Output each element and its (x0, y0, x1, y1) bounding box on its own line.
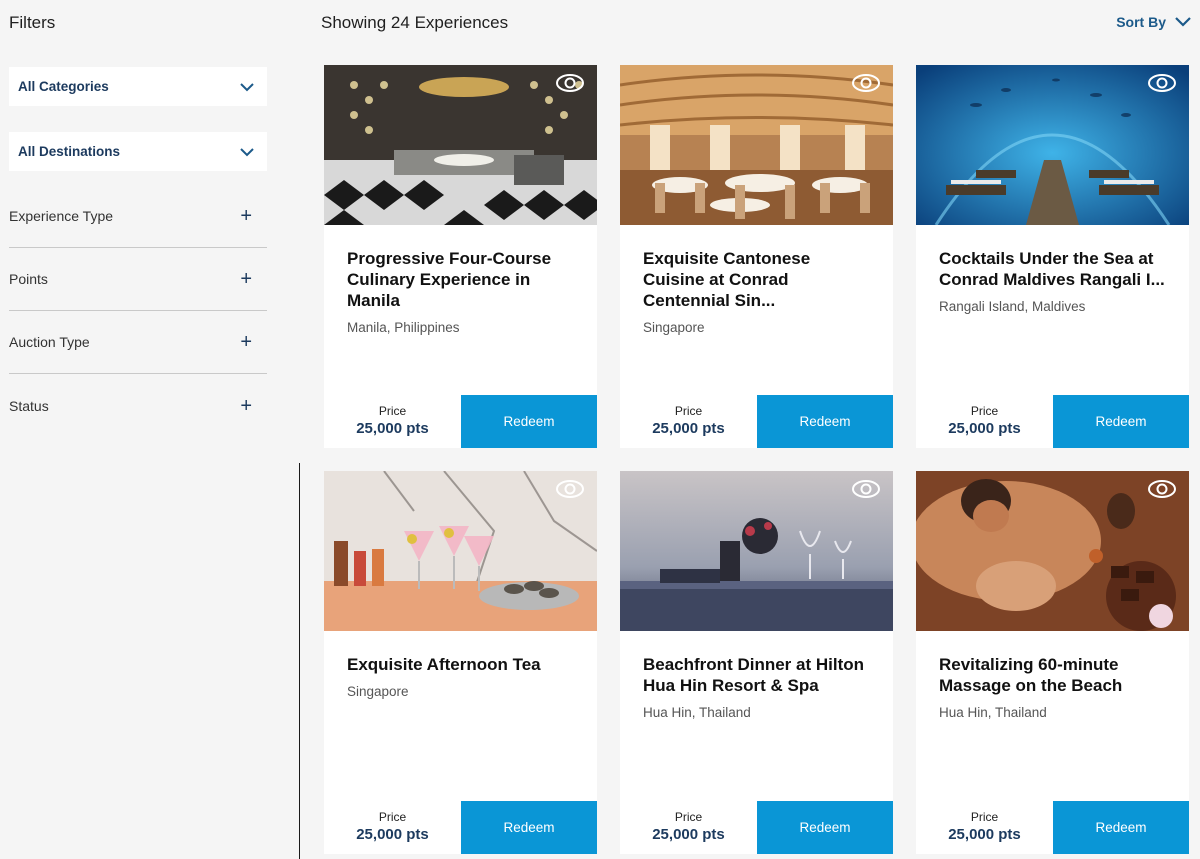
experience-location: Hua Hin, Thailand (643, 705, 751, 720)
price-label: Price (378, 810, 407, 824)
price-value: 25,000 pts (356, 420, 429, 437)
price-label: Price (378, 404, 407, 418)
price-label: Price (970, 404, 999, 418)
destination-dropdown[interactable]: All Destinations (9, 132, 267, 171)
eye-icon[interactable] (1147, 73, 1177, 93)
redeem-button[interactable]: Redeem (757, 395, 893, 448)
redeem-button[interactable]: Redeem (1053, 395, 1189, 448)
experience-image (916, 471, 1189, 631)
experience-location: Singapore (347, 684, 409, 699)
eye-icon[interactable] (1147, 479, 1177, 499)
experience-image (916, 65, 1189, 225)
experience-card[interactable]: Progressive Four-Course Culinary Experie… (324, 65, 597, 448)
price-block: Price 25,000 pts (324, 395, 461, 448)
experience-image (324, 471, 597, 631)
price-value: 25,000 pts (948, 420, 1021, 437)
filter-auction-type[interactable]: Auction Type + (9, 311, 267, 374)
category-dropdown-label: All Categories (18, 79, 109, 94)
experience-location: Singapore (643, 320, 705, 335)
eye-icon[interactable] (555, 73, 585, 93)
price-block: Price 25,000 pts (620, 395, 757, 448)
eye-icon[interactable] (851, 479, 881, 499)
experience-title: Revitalizing 60-minute Massage on the Be… (939, 655, 1123, 695)
plus-icon: + (240, 331, 252, 353)
price-value: 25,000 pts (652, 420, 725, 437)
filter-label: Experience Type (9, 208, 114, 224)
redeem-button[interactable]: Redeem (461, 395, 597, 448)
experience-location: Hua Hin, Thailand (939, 705, 1047, 720)
filter-label: Points (9, 271, 48, 287)
experience-image (324, 65, 597, 225)
redeem-button[interactable]: Redeem (757, 801, 893, 854)
price-label: Price (674, 810, 703, 824)
experience-card[interactable]: Revitalizing 60-minute Massage on the Be… (916, 471, 1189, 854)
sort-by-button[interactable]: Sort By (1116, 14, 1192, 30)
price-block: Price 25,000 pts (324, 801, 461, 854)
filter-label: Status (9, 397, 49, 414)
chevron-down-icon (240, 147, 254, 156)
filters-sidebar: Filters All Categories All Destinations … (0, 0, 300, 859)
eye-icon[interactable] (555, 479, 585, 499)
divider (299, 463, 300, 859)
experience-image (620, 471, 893, 631)
filters-title: Filters (9, 13, 56, 32)
experience-title: Progressive Four-Course Culinary Experie… (347, 249, 552, 310)
chevron-down-icon (240, 82, 254, 91)
destination-dropdown-label: All Destinations (18, 144, 121, 159)
price-label: Price (970, 810, 999, 824)
sort-by-label: Sort By (1116, 14, 1166, 30)
price-block: Price 25,000 pts (916, 801, 1053, 854)
filter-status[interactable]: Status + (9, 374, 267, 437)
price-value: 25,000 pts (948, 826, 1021, 843)
experience-location: Manila, Philippines (347, 320, 460, 335)
category-dropdown[interactable]: All Categories (9, 67, 267, 106)
price-value: 25,000 pts (652, 826, 725, 843)
chevron-down-icon (1175, 17, 1191, 27)
price-block: Price 25,000 pts (620, 801, 757, 854)
experience-title: Beachfront Dinner at Hilton Hua Hin Reso… (643, 655, 865, 695)
results-count: Showing 24 Experiences (321, 13, 509, 32)
experience-title: Cocktails Under the Sea at Conrad Maldiv… (939, 249, 1165, 289)
experience-card[interactable]: Exquisite Cantonese Cuisine at Conrad Ce… (620, 65, 893, 448)
filter-label: Auction Type (9, 334, 90, 350)
experience-card[interactable]: Beachfront Dinner at Hilton Hua Hin Reso… (620, 471, 893, 854)
price-block: Price 25,000 pts (916, 395, 1053, 448)
experience-title: Exquisite Afternoon Tea (347, 655, 541, 674)
plus-icon: + (240, 205, 252, 227)
filter-experience-type[interactable]: Experience Type + (9, 185, 267, 248)
experience-card[interactable]: Cocktails Under the Sea at Conrad Maldiv… (916, 65, 1189, 448)
eye-icon[interactable] (851, 73, 881, 93)
plus-icon: + (240, 268, 252, 290)
experience-card[interactable]: Exquisite Afternoon Tea Singapore Price … (324, 471, 597, 854)
price-label: Price (674, 404, 703, 418)
price-value: 25,000 pts (356, 826, 429, 843)
plus-icon: + (240, 394, 252, 417)
filter-points[interactable]: Points + (9, 248, 267, 311)
experience-image (620, 65, 893, 225)
experience-title: Exquisite Cantonese Cuisine at Conrad Ce… (643, 249, 811, 310)
redeem-button[interactable]: Redeem (461, 801, 597, 854)
experience-location: Rangali Island, Maldives (939, 299, 1086, 314)
redeem-button[interactable]: Redeem (1053, 801, 1189, 854)
